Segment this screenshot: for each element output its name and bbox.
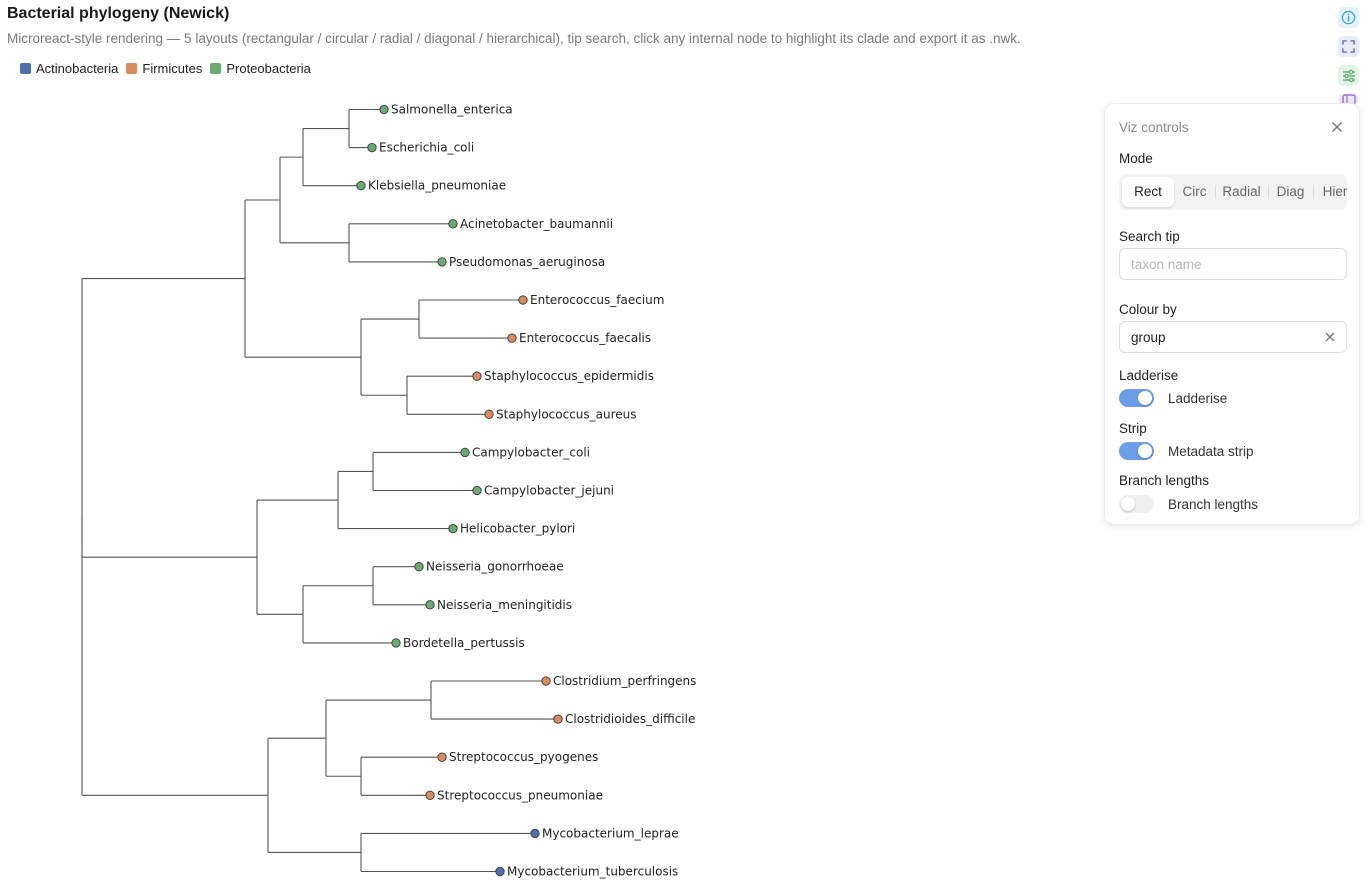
tip-label[interactable]: Mycobacterium_leprae <box>542 826 679 840</box>
tip-label[interactable]: Staphylococcus_epidermidis <box>484 369 654 383</box>
viz-controls-panel: Viz controls Mode Rect Circ Radial Diag … <box>1104 103 1360 525</box>
tip-label[interactable]: Salmonella_enterica <box>391 103 513 117</box>
colour-by-select[interactable]: group <box>1119 321 1347 353</box>
tip-label[interactable]: Klebsiella_pneumoniae <box>368 179 506 193</box>
metadata-strip-toggle-label: Metadata strip <box>1168 443 1254 459</box>
tip-label[interactable]: Enterococcus_faecalis <box>519 331 651 345</box>
tip-node[interactable] <box>391 638 401 648</box>
sliders-icon <box>1342 69 1355 82</box>
branch-lengths-toggle[interactable] <box>1119 495 1154 513</box>
tip-node[interactable] <box>356 181 366 191</box>
tip-label[interactable]: Neisseria_meningitidis <box>437 598 572 612</box>
branch-lengths-toggle-label: Branch lengths <box>1168 496 1259 512</box>
tip-node[interactable] <box>425 600 435 610</box>
search-tip-input[interactable] <box>1119 248 1347 280</box>
mode-segmented-control: Rect Circ Radial Diag Hier <box>1119 174 1347 210</box>
branch-lengths-label: Branch lengths <box>1119 473 1210 488</box>
info-button[interactable] <box>1338 7 1359 28</box>
tip-node[interactable] <box>460 447 470 458</box>
colour-by-value: group <box>1131 329 1166 345</box>
tip-node[interactable] <box>553 714 563 724</box>
fullscreen-icon <box>1342 40 1355 53</box>
mode-hier-button[interactable]: Hier <box>1313 177 1357 207</box>
tip-node[interactable] <box>541 676 551 686</box>
close-icon[interactable] <box>1329 119 1345 135</box>
tip-label[interactable]: Enterococcus_faecium <box>530 293 664 307</box>
strip-row: Metadata strip <box>1119 442 1254 460</box>
side-toolbar <box>1338 7 1359 104</box>
ladderise-toggle-label: Ladderise <box>1168 390 1228 406</box>
tip-node[interactable] <box>379 104 389 115</box>
mode-rect-button[interactable]: Rect <box>1122 177 1174 207</box>
info-icon <box>1341 10 1356 25</box>
metadata-strip-toggle[interactable] <box>1119 442 1154 460</box>
branch-lengths-row: Branch lengths <box>1119 495 1258 513</box>
tip-node[interactable] <box>518 295 528 305</box>
tip-node[interactable] <box>472 371 482 381</box>
toggle-knob <box>1138 391 1152 405</box>
tip-node[interactable] <box>507 333 517 343</box>
phylogeny-tree[interactable]: Salmonella_enterica Escherichia_coli Klebs… <box>0 0 1100 896</box>
tip-node[interactable] <box>367 142 377 153</box>
toggle-knob <box>1121 497 1135 511</box>
tip-label[interactable]: Campylobacter_coli <box>472 445 590 459</box>
strip-label: Strip <box>1119 421 1147 436</box>
search-label: Search tip <box>1119 229 1180 244</box>
toggle-knob <box>1138 444 1152 458</box>
tip-label[interactable]: Mycobacterium_tuberculosis <box>507 865 678 879</box>
tip-node[interactable] <box>414 562 424 572</box>
tip-label[interactable]: Helicobacter_pylori <box>460 522 575 536</box>
ladderise-label: Ladderise <box>1119 368 1179 383</box>
tip-label[interactable]: Streptococcus_pneumoniae <box>437 788 603 802</box>
controls-button[interactable] <box>1338 65 1359 86</box>
tip-label[interactable]: Pseudomonas_aeruginosa <box>449 255 605 269</box>
tip-node[interactable] <box>472 485 482 496</box>
colour-by-label: Colour by <box>1119 302 1177 317</box>
tip-label[interactable]: Neisseria_gonorrhoeae <box>426 560 564 574</box>
panel-title: Viz controls <box>1119 120 1189 135</box>
tip-node[interactable] <box>530 828 540 839</box>
tip-label[interactable]: Streptococcus_pyogenes <box>449 750 598 764</box>
tip-label[interactable]: Clostridioides_difficile <box>565 712 695 726</box>
tip-node[interactable] <box>448 219 458 229</box>
tip-node[interactable] <box>484 409 494 419</box>
tip-label[interactable]: Escherichia_coli <box>379 141 474 155</box>
tip-node[interactable] <box>437 752 447 762</box>
tip-node[interactable] <box>425 790 435 800</box>
tip-node[interactable] <box>495 866 505 877</box>
ladderise-row: Ladderise <box>1119 389 1227 407</box>
mode-label: Mode <box>1119 151 1153 166</box>
clear-icon[interactable] <box>1324 331 1336 343</box>
tip-label[interactable]: Acinetobacter_baumannii <box>460 217 613 231</box>
tip-node[interactable] <box>448 523 458 534</box>
tip-label[interactable]: Campylobacter_jejuni <box>484 484 614 498</box>
ladderise-toggle[interactable] <box>1119 389 1154 407</box>
tip-label[interactable]: Staphylococcus_aureus <box>496 407 637 421</box>
mode-diag-button[interactable]: Diag <box>1268 177 1313 207</box>
tip-label[interactable]: Clostridium_perfringens <box>553 674 696 688</box>
tip-label[interactable]: Bordetella_pertussis <box>403 636 525 650</box>
page: Bacterial phylogeny (Newick) Microreact-… <box>0 0 1367 896</box>
mode-circ-button[interactable]: Circ <box>1174 177 1215 207</box>
tip-node[interactable] <box>437 257 447 267</box>
mode-radial-button[interactable]: Radial <box>1215 177 1268 207</box>
fullscreen-button[interactable] <box>1338 36 1359 57</box>
